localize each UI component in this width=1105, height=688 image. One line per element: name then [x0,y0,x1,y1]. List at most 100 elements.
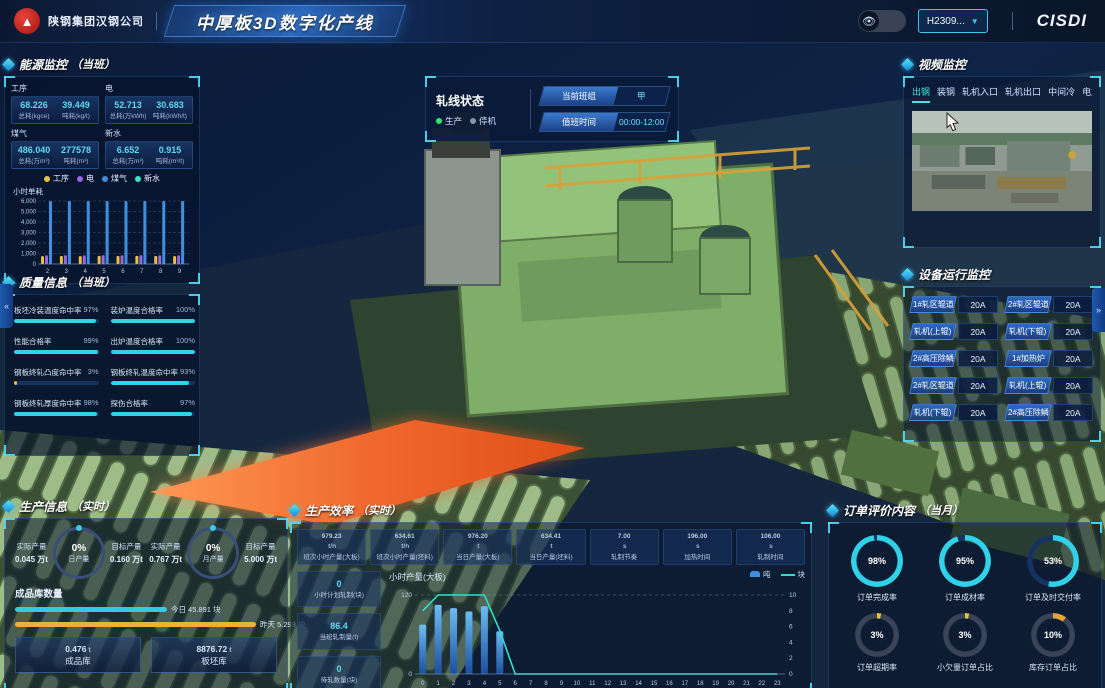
progress-track [14,350,99,354]
svg-text:10: 10 [574,681,581,687]
side-metric-label: 当班轧制量(t) [320,631,359,641]
panel-title-text: 生产信息 [19,498,67,515]
quality-percent: 93% [180,367,195,378]
device-chip: 2#高压除鳞 20A [911,350,998,367]
energy-group: 工序 68.226总耗(kgce) 39.449吨耗(kg/t) [11,82,99,124]
badge-value: 甲 [614,87,669,105]
svg-text:17: 17 [681,681,688,687]
divider [1012,12,1013,30]
quality-percent: 98% [84,398,99,409]
energy-unit: 总耗(万m³) [13,155,55,165]
quality-label: 出炉温度合格率 [111,336,164,347]
video-tab[interactable]: 中间冷 [1048,85,1075,103]
svg-text:6: 6 [514,681,518,687]
metric-label: 班次小时产量(大板) [299,551,364,561]
legend-label: 电 [86,173,94,184]
gauge-dot [76,525,82,531]
side-metric-label: 待轧数量(块) [321,674,358,684]
legend-item: 工序 [44,173,69,184]
video-tab[interactable]: 轧机出口 [1005,85,1041,103]
svg-text:3: 3 [467,681,471,687]
quality-label: 性能合格率 [14,336,52,347]
visibility-toggle[interactable]: 👁 [858,10,906,32]
actual-label: 实际产量 [149,541,182,552]
video-tab[interactable]: 出钢 [912,85,930,103]
header-bar: ▲ 陕钢集团汉钢公司 中厚板3D数字化产线 👁 H2309... ▼ CISDI [0,0,1105,43]
video-tab[interactable]: 电加热 [1082,85,1092,103]
energy-groups: 工序 68.226总耗(kgce) 39.449吨耗(kg/t) 电 52.71… [11,82,193,169]
device-chip: 1#轧区辊道 20A [911,296,998,313]
energy-group: 电 52.713总耗(万kWh) 30.683吨耗(kWh/t) [105,82,193,124]
progress-track [111,350,196,354]
stock-bar-fill [15,607,167,612]
panel-period: （当月） [919,502,963,518]
stock-bar: 昨天 5.293 块 [15,619,277,630]
chevron-down-icon: ▼ [971,17,979,26]
energy-group: 煤气 486.040总耗(万m³) 277578吨耗(m³) [11,127,99,169]
svg-text:9: 9 [560,681,564,687]
progress-fill [111,350,196,354]
stock-value: 8876.72 [196,644,227,654]
svg-text:4,000: 4,000 [21,220,37,226]
video-feed[interactable] [912,111,1092,211]
svg-text:1,000: 1,000 [21,252,37,258]
panel-video-monitor: 视频监控 出钢装钢轧机入口轧机出口中间冷电加热 [903,54,1101,248]
device-label: 2#高压除鳞 [909,350,957,367]
metric-value: 7.00 [592,533,657,540]
energy-group-name: 电 [105,83,193,94]
svg-text:6,000: 6,000 [21,199,37,205]
line-legend-marker [781,574,795,576]
actual-value: 0.767 万t [149,554,182,565]
metric-value: 106.00 [738,533,803,540]
metric-value: 634.61 [372,533,437,540]
efficiency-side-cards: 0 小时计划轧制(块) 86.4 当班轧制量(t) 0 待轧数量(块) [297,571,381,688]
metric-unit: t [477,543,479,550]
device-label: 2#轧区辊道 [909,377,957,394]
app-title: 中厚板3D数字化产线 [196,9,374,34]
quality-item: 装炉温度合格率100% [111,305,196,323]
legend-dot [44,176,50,182]
progress-fill [111,412,193,416]
metric-unit: s [769,543,773,550]
order-kpi: 98% 订单完成率 [851,535,903,603]
donut-percent: 3% [958,630,971,640]
order-kpi: 10% 库存订单占比 [1029,613,1077,673]
panel-title: 能源监控 （当班） [4,54,200,74]
panel-title: 视频监控 [903,54,1101,74]
left-collapse-tab[interactable]: « [0,284,13,328]
panel-production-info: 生产信息 （实时） 实际产量0.045 万t 0%日产量 目标产量0.160 万… [4,496,288,688]
bar-legend-label: 吨 [763,570,771,579]
device-chip: 轧机(下辊) 20A [1006,323,1093,340]
panel-title: 设备运行监控 [903,264,1101,284]
progress-track [111,319,196,323]
actual-value: 0.045 万t [15,554,48,565]
energy-chart-title: 小时单耗 [13,186,193,197]
svg-text:16: 16 [666,681,673,687]
video-tab[interactable]: 装钢 [937,85,955,103]
order-kpi-label: 库存订单占比 [1029,662,1077,673]
order-kpi-label: 小欠量订单占比 [937,662,993,673]
stock-card: 8876.72t 板坯库 [151,637,277,673]
donut-percent: 95% [956,556,974,566]
legend-dot [135,176,141,182]
svg-text:4: 4 [789,639,793,646]
divider [530,89,531,129]
video-tab[interactable]: 轧机入口 [962,85,998,103]
progress-fill [14,319,96,323]
stock-value: 0.476 [65,644,86,654]
metric-unit: t/h [401,543,409,550]
device-current: 20A [958,296,998,313]
metric-card: 634.61t/h 班次小时产量(坯料) [370,529,439,565]
heat-number-select[interactable]: H2309... ▼ [918,9,988,33]
energy-value: 0.915 [149,145,191,155]
energy-legend: 工序电煤气新水 [11,173,193,184]
order-kpi-label: 订单超期率 [857,662,897,673]
right-collapse-tab[interactable]: » [1092,288,1105,332]
metric-label: 轧制节奏 [592,551,657,561]
device-current: 20A [958,350,998,367]
energy-value: 6.652 [107,145,149,155]
legend-dot [102,176,108,182]
device-label: 2#高压除鳞 [1004,404,1052,421]
order-kpi-label: 订单完成率 [857,592,897,603]
panel-period: （实时） [71,498,115,514]
